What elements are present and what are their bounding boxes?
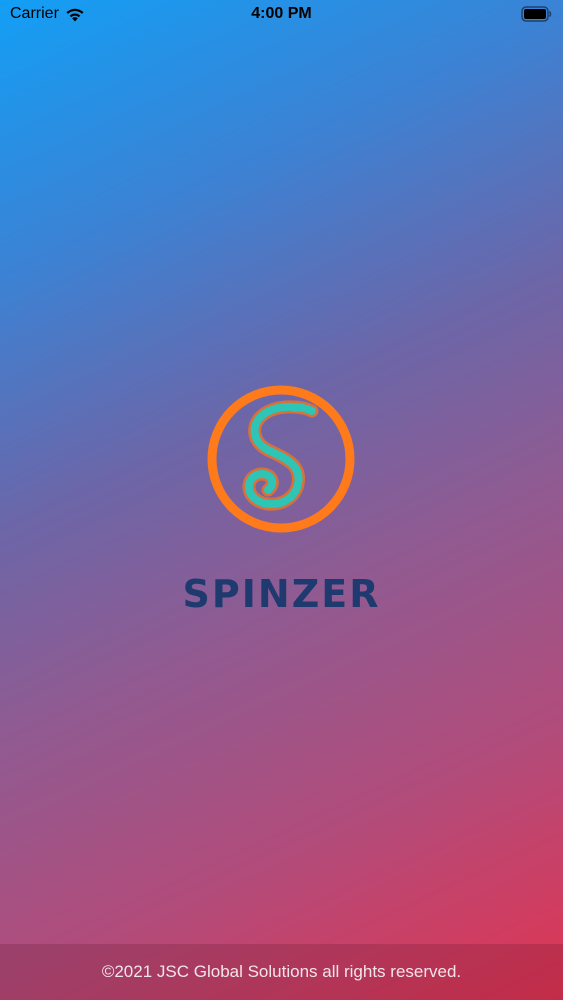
app-name: SPINZER bbox=[182, 572, 381, 616]
footer: ©2021 JSC Global Solutions all rights re… bbox=[0, 944, 563, 1000]
battery-icon bbox=[521, 6, 553, 27]
status-time: 4:00 PM bbox=[251, 5, 312, 22]
status-bar: Carrier 4:00 PM bbox=[0, 0, 563, 30]
copyright-text: ©2021 JSC Global Solutions all rights re… bbox=[101, 962, 462, 981]
spinzer-logo-icon bbox=[206, 384, 356, 534]
